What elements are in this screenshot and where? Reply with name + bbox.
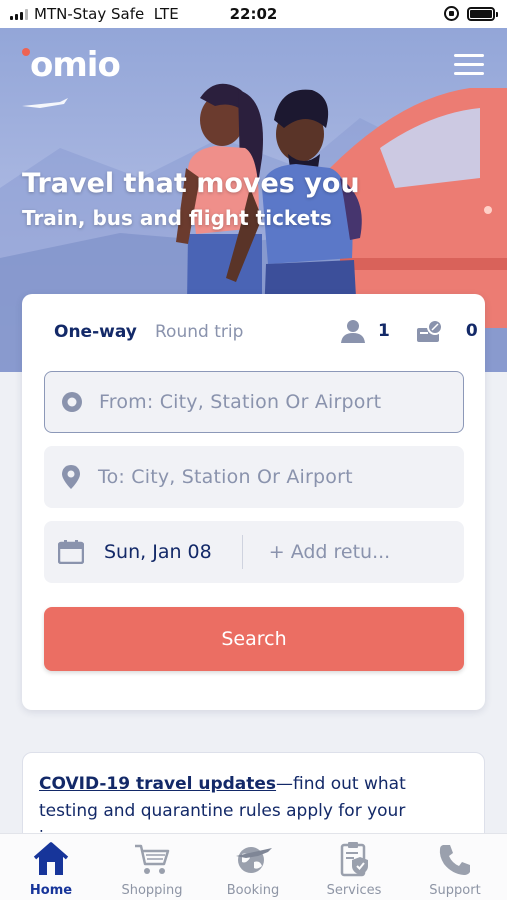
tab-services-label: Services bbox=[326, 883, 382, 898]
shopping-cart-icon bbox=[135, 844, 170, 874]
search-card: One-way Round trip 1 0 From: City, Stati… bbox=[22, 294, 485, 710]
home-icon bbox=[33, 842, 69, 875]
hero-title: Travel that moves you bbox=[22, 168, 360, 199]
tab-round-trip[interactable]: Round trip bbox=[155, 322, 243, 342]
to-input[interactable]: To: City, Station Or Airport bbox=[98, 466, 353, 488]
omio-logo[interactable]: omio bbox=[22, 45, 121, 85]
origin-circle-icon bbox=[62, 392, 82, 412]
clock: 22:02 bbox=[229, 5, 278, 23]
passenger-count: 1 bbox=[378, 321, 390, 341]
tab-home[interactable]: Home bbox=[1, 840, 101, 898]
location-pin-icon bbox=[62, 465, 80, 489]
tab-services[interactable]: Services bbox=[304, 840, 404, 898]
hamburger-menu-icon[interactable] bbox=[454, 54, 484, 76]
date-divider bbox=[241, 535, 243, 569]
phone-icon bbox=[439, 845, 470, 875]
departure-date[interactable]: Sun, Jan 08 bbox=[104, 541, 212, 563]
hero-subtitle: Train, bus and flight tickets bbox=[22, 206, 332, 230]
battery-icon bbox=[467, 7, 498, 21]
calendar-icon bbox=[58, 540, 84, 564]
tab-shopping-label: Shopping bbox=[121, 883, 183, 898]
globe-plane-icon bbox=[236, 847, 272, 873]
passenger-selector[interactable]: 1 0 bbox=[340, 318, 478, 344]
orientation-lock-icon bbox=[444, 6, 459, 21]
tab-home-label: Home bbox=[29, 883, 73, 898]
to-field[interactable]: To: City, Station Or Airport bbox=[44, 446, 464, 508]
add-return-button[interactable]: + Add retu... bbox=[269, 541, 390, 563]
bottom-tab-bar: Home Shopping Booking Services Support bbox=[0, 833, 507, 900]
logo-dot bbox=[22, 48, 30, 56]
date-field[interactable]: Sun, Jan 08 + Add retu... bbox=[44, 521, 464, 583]
passenger-icon bbox=[341, 320, 365, 343]
logo-text: omio bbox=[30, 45, 121, 85]
tab-shopping[interactable]: Shopping bbox=[102, 840, 202, 898]
search-button[interactable]: Search bbox=[44, 607, 464, 671]
from-field[interactable]: From: City, Station Or Airport bbox=[44, 371, 464, 433]
clipboard-shield-icon bbox=[340, 842, 368, 877]
tab-support[interactable]: Support bbox=[405, 840, 505, 898]
covid-updates-link[interactable]: COVID-19 travel updates bbox=[39, 774, 276, 794]
tab-booking[interactable]: Booking bbox=[203, 840, 303, 898]
tab-one-way[interactable]: One-way bbox=[54, 322, 137, 342]
status-bar: MTN-Stay Safe LTE 22:02 bbox=[0, 0, 507, 28]
tab-booking-label: Booking bbox=[226, 883, 280, 898]
discount-card-count: 0 bbox=[465, 321, 478, 341]
from-input[interactable]: From: City, Station Or Airport bbox=[99, 391, 381, 413]
discount-card-icon bbox=[416, 319, 443, 342]
tab-support-label: Support bbox=[429, 883, 481, 898]
